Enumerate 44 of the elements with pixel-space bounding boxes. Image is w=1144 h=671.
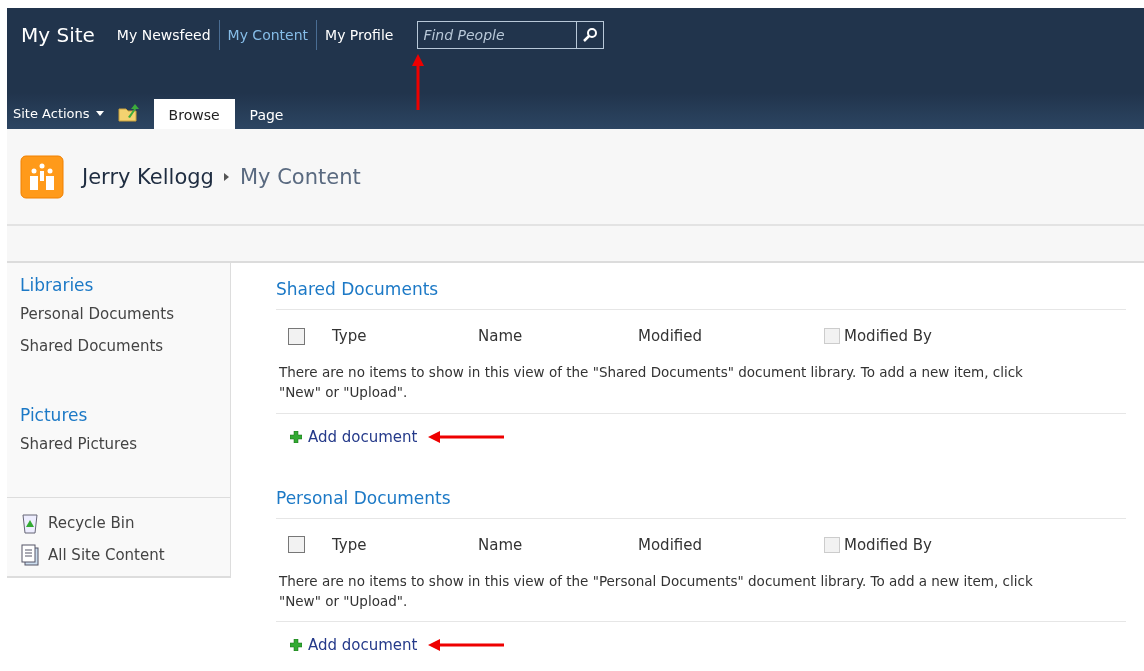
search-field[interactable]: Find People (417, 21, 577, 49)
caret-icon (95, 111, 104, 116)
ribbon-tab[interactable]: Browse (153, 99, 235, 129)
sidebar-link[interactable]: Recycle Bin (20, 512, 230, 534)
documents-icon (20, 544, 40, 566)
search-button[interactable] (576, 21, 605, 49)
column-header[interactable]: Modified By (824, 535, 932, 554)
sidebar-link[interactable]: All Site Content (20, 544, 230, 566)
breadcrumb-arrow-icon (223, 171, 230, 182)
library-title[interactable]: Shared Documents (276, 279, 1126, 310)
sidebar-item[interactable]: Shared Pictures (20, 435, 230, 453)
nav-link[interactable]: My Profile (317, 27, 402, 43)
search-icon (582, 27, 599, 43)
empty-message: There are no items to show in this view of the "Shared Documents" document library. To add a new item, click "New" or "Upload". (276, 362, 1126, 414)
select-all-checkbox[interactable] (288, 536, 305, 553)
column-header[interactable]: Modified (638, 327, 824, 345)
column-header[interactable]: Modified By (824, 327, 932, 345)
column-header[interactable]: Modified (638, 535, 824, 554)
recycle-bin-icon (20, 512, 40, 534)
site-actions-menu[interactable]: Site Actions (13, 106, 104, 129)
arrow-annotation (412, 54, 424, 110)
ribbon-tab[interactable]: Page (234, 99, 299, 129)
plus-icon (290, 430, 302, 443)
nav-link[interactable]: My Newsfeed (108, 27, 219, 43)
column-header[interactable]: Type (332, 535, 478, 554)
column-header[interactable]: Type (332, 327, 478, 345)
breadcrumb-link[interactable]: Jerry Kellogg (82, 164, 214, 189)
select-all-checkbox[interactable] (288, 327, 305, 345)
empty-message: There are no items to show in this view of the "Personal Documents" document library. To add a new item, click "New" or "Upload". (276, 570, 1126, 622)
nav-link[interactable]: My Content (219, 27, 317, 43)
page-title: My Content (239, 164, 361, 189)
plus-icon (290, 639, 302, 651)
column-header[interactable]: Name (478, 327, 638, 345)
add-document-link[interactable]: Add document (290, 427, 418, 446)
folder-up-icon[interactable] (117, 103, 140, 123)
sidebar-heading[interactable]: Pictures (20, 405, 230, 425)
library-title[interactable]: Personal Documents (276, 487, 1126, 519)
people-logo-icon (20, 154, 64, 199)
column-header[interactable]: Name (478, 535, 638, 554)
site-title[interactable]: My Site (21, 23, 95, 47)
sidebar-heading[interactable]: Libraries (20, 275, 230, 295)
add-document-link[interactable]: Add document (290, 636, 418, 654)
sidebar-item[interactable]: Shared Documents (20, 337, 230, 355)
sidebar-item[interactable]: Personal Documents (20, 305, 230, 323)
